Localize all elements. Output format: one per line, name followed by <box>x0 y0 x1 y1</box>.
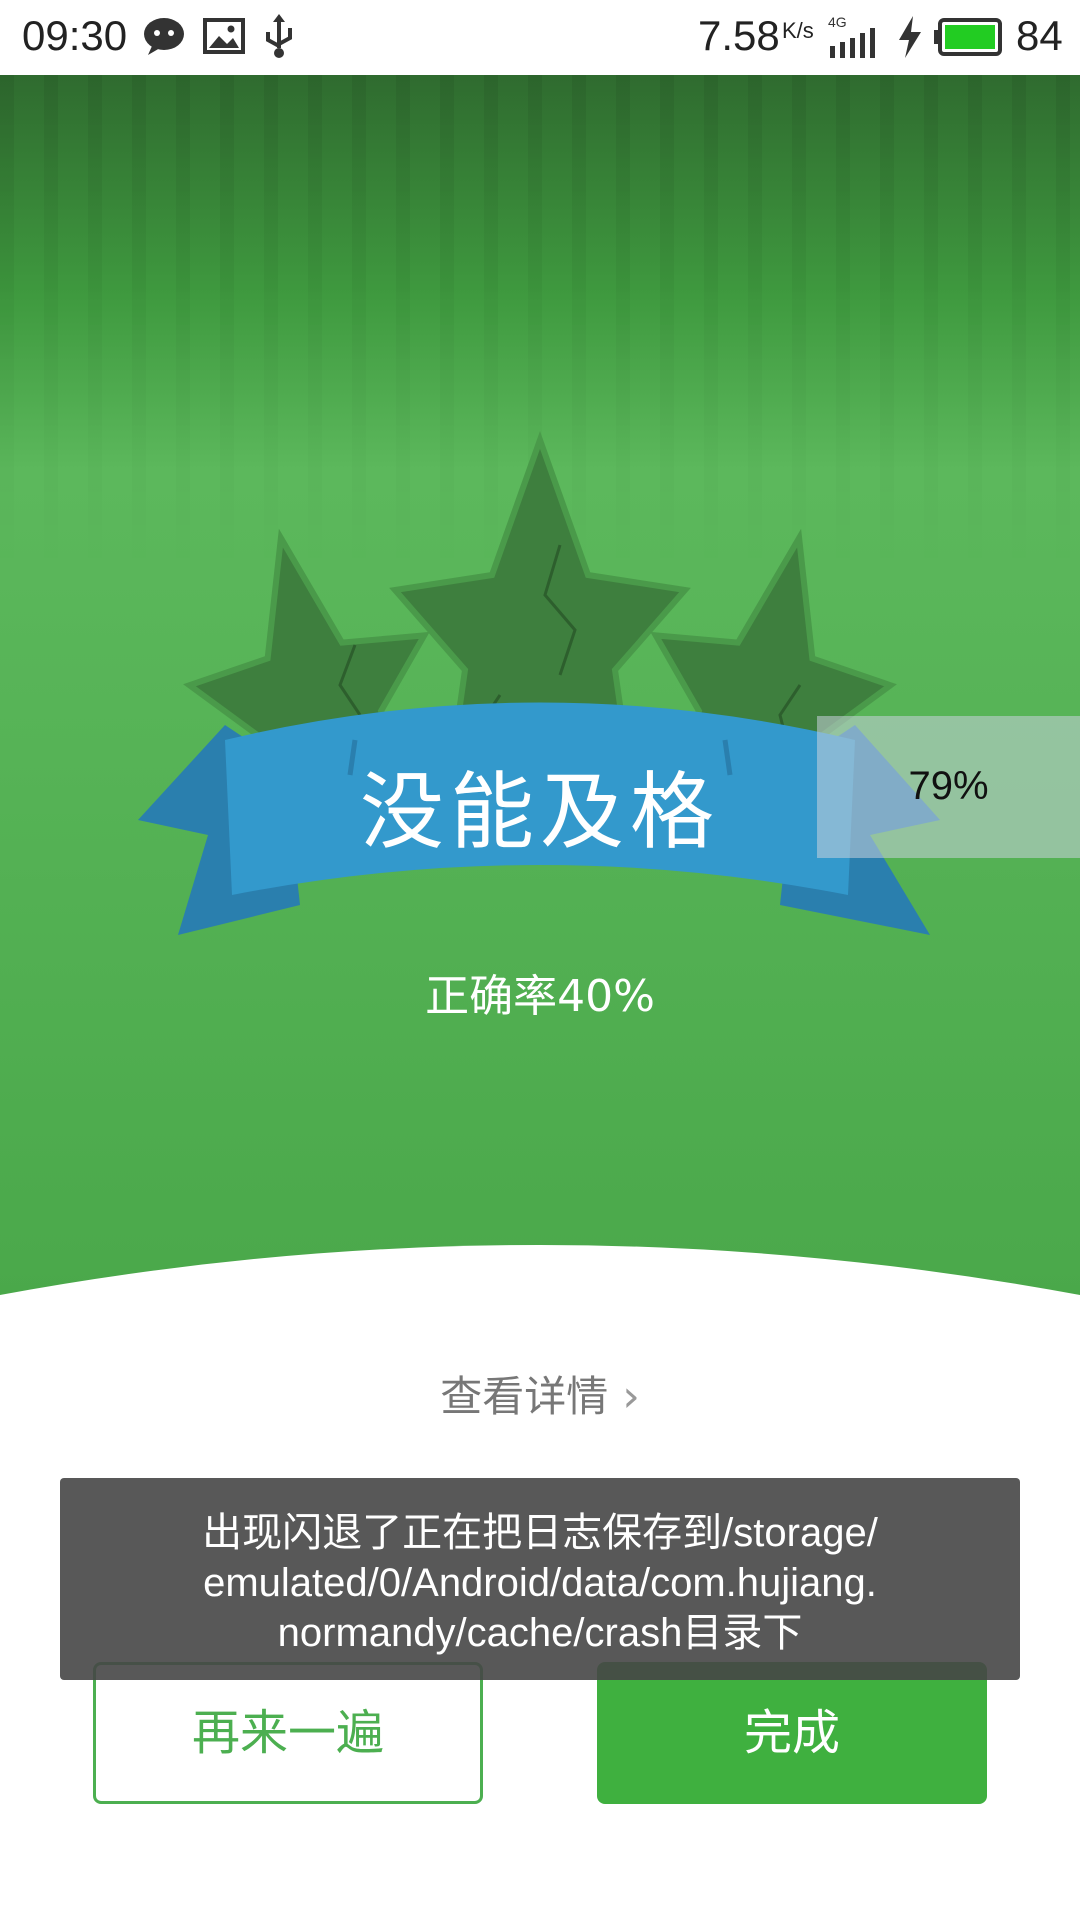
status-time: 09:30 <box>22 12 128 59</box>
progress-overlay: 79% <box>817 716 1080 858</box>
done-button[interactable]: 完成 <box>597 1662 987 1804</box>
toast-line-2: emulated/0/Android/data/com.hujiang. <box>203 1561 877 1605</box>
charging-icon <box>899 16 921 58</box>
image-icon <box>203 18 245 54</box>
crash-toast: 出现闪退了正在把日志保存到/storage/ emulated/0/Androi… <box>60 1478 1020 1680</box>
progress-percent: 79% <box>908 764 989 808</box>
toast-line-3: normandy/cache/crash目录下 <box>277 1611 803 1655</box>
view-details-label: 查看详情 <box>440 1372 609 1421</box>
result-hero <box>0 75 1080 1310</box>
chat-bubble-icon <box>144 18 184 55</box>
retry-button[interactable]: 再来一遍 <box>93 1662 483 1804</box>
network-speed: 7.58 <box>698 12 780 59</box>
view-details-link[interactable]: 查看详情 › <box>0 1363 1080 1424</box>
battery-icon <box>934 18 1002 56</box>
network-speed-unit: K/s <box>782 18 814 43</box>
result-illustration <box>138 431 940 935</box>
signal-icon <box>830 28 875 58</box>
usb-icon <box>266 14 292 58</box>
battery-percent: 84 <box>1016 12 1063 59</box>
chevron-right-icon: › <box>622 1371 640 1422</box>
accuracy-text: 正确率40% <box>425 971 655 1022</box>
toast-line-1: 出现闪退了正在把日志保存到/storage/ <box>202 1511 878 1555</box>
result-title: 没能及格 <box>359 763 720 861</box>
status-bar: 09:30 7.58 K/s 4G 84 <box>0 0 1080 75</box>
hero-bottom-curve <box>0 1245 1080 1310</box>
